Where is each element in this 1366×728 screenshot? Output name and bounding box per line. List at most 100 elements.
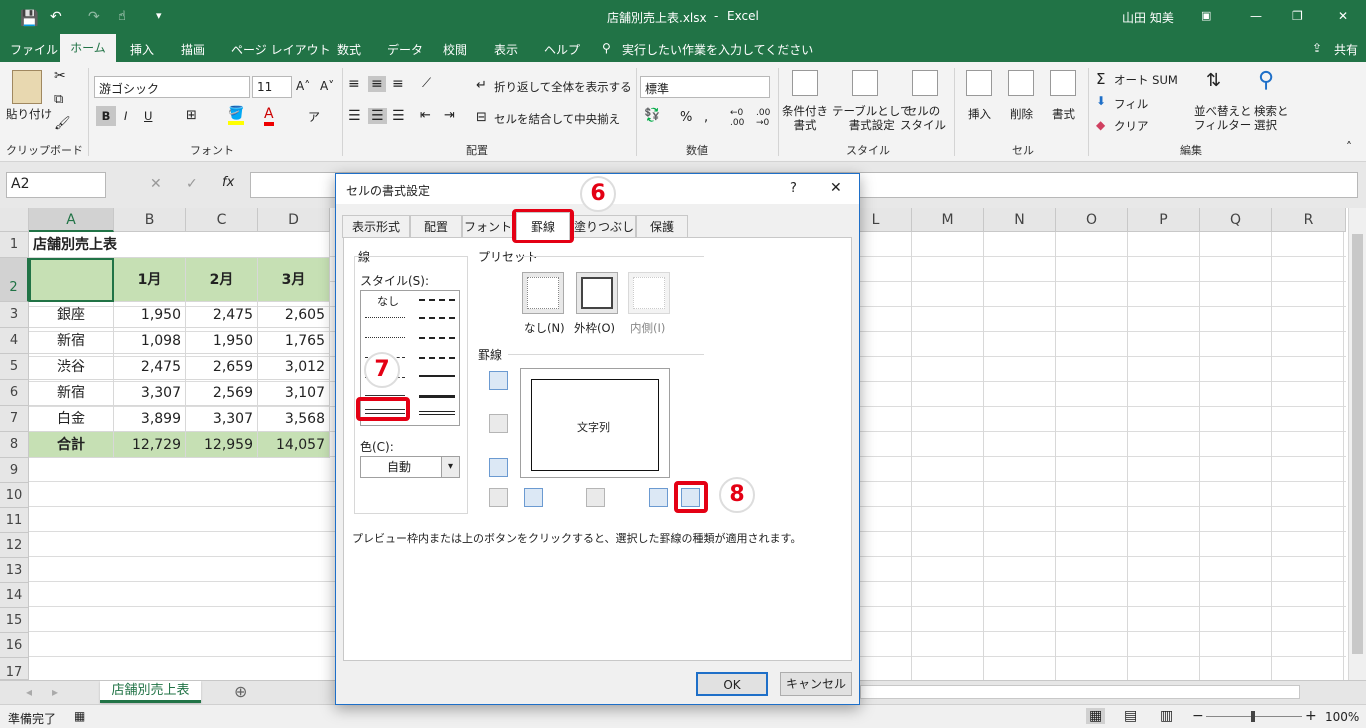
phonetic-icon[interactable]: ア <box>308 108 320 125</box>
collapse-ribbon-icon[interactable]: ˄ <box>1346 140 1352 154</box>
zoom-in-icon[interactable]: + <box>1305 708 1317 724</box>
vertical-scroll-thumb[interactable] <box>1352 234 1363 654</box>
value-cell[interactable]: 3,107 <box>258 380 330 406</box>
selected-cell-a2[interactable] <box>29 258 114 302</box>
border-right-button[interactable] <box>649 488 668 507</box>
paste-icon[interactable] <box>12 70 42 104</box>
row-header[interactable]: 11 <box>0 508 29 533</box>
preset-none-button[interactable] <box>522 272 564 314</box>
font-size-select[interactable]: 11 <box>252 76 292 98</box>
window-close-icon[interactable]: ✕ <box>1338 9 1348 23</box>
value-cell[interactable]: 2,569 <box>186 380 258 406</box>
align-center-icon[interactable]: ☰ <box>368 108 387 124</box>
align-right-icon[interactable]: ☰ <box>392 108 405 124</box>
shrink-font-icon[interactable]: A˅ <box>320 79 334 93</box>
border-left-button[interactable] <box>524 488 543 507</box>
row-header[interactable]: 5 <box>0 354 29 380</box>
row-header[interactable]: 15 <box>0 608 29 633</box>
value-cell[interactable]: 1,098 <box>114 328 186 354</box>
format-cells-button[interactable]: 書式 <box>1052 106 1075 122</box>
tab-home[interactable]: ホーム <box>60 34 116 62</box>
color-select[interactable]: 自動 ▾ <box>360 456 460 478</box>
value-cell[interactable]: 1,765 <box>258 328 330 354</box>
insert-cells-icon[interactable] <box>966 70 992 96</box>
tab-formulas[interactable]: 数式 <box>337 41 361 58</box>
page-layout-view-icon[interactable]: ▤ <box>1124 708 1137 724</box>
tab-fill[interactable]: 塗りつぶし <box>572 215 636 238</box>
line-style-med-dash-dot-dot[interactable] <box>419 299 455 301</box>
tab-draw[interactable]: 描画 <box>181 41 205 58</box>
comma-style-icon[interactable]: , <box>704 110 708 125</box>
cancel-entry-icon[interactable]: ✕ <box>150 176 162 192</box>
dialog-help-button[interactable]: ? <box>790 181 797 196</box>
horizontal-scrollbar[interactable] <box>860 685 1300 699</box>
font-color-icon[interactable]: A <box>264 106 274 126</box>
find-select-icon[interactable]: ⚲ <box>1258 68 1274 93</box>
border-middle-vertical-button[interactable] <box>586 488 605 507</box>
column-header-b[interactable]: B <box>114 208 186 232</box>
find-select-button[interactable]: 検索と 選択 <box>1254 104 1289 132</box>
clear-button[interactable]: クリア <box>1114 118 1149 134</box>
format-painter-icon[interactable]: 🖌 <box>54 116 71 131</box>
redo-icon[interactable]: ↷ <box>88 9 100 25</box>
name-box[interactable]: A2 <box>6 172 106 198</box>
value-cell[interactable]: 2,475 <box>186 302 258 328</box>
minimize-icon[interactable]: — <box>1250 9 1262 23</box>
ok-button[interactable]: OK <box>696 672 768 696</box>
row-header[interactable]: 14 <box>0 583 29 608</box>
line-style-thin[interactable] <box>365 395 405 396</box>
share-button[interactable]: 共有 <box>1334 41 1358 58</box>
border-bottom-button[interactable] <box>489 458 508 477</box>
orientation-icon[interactable]: ⟋ <box>422 76 431 91</box>
sheet-tab-active[interactable]: 店舗別売上表 <box>100 681 201 703</box>
sort-filter-icon[interactable]: ⇅ <box>1206 70 1221 91</box>
currency-icon[interactable]: 💱 <box>644 108 660 123</box>
border-preview[interactable]: 文字列 <box>520 368 670 478</box>
row-header[interactable]: 10 <box>0 483 29 508</box>
total-label-cell[interactable]: 合計 <box>29 432 114 458</box>
line-style-double-right[interactable] <box>419 411 455 415</box>
row-header[interactable]: 9 <box>0 458 29 483</box>
cell-styles-button[interactable]: セルの スタイル <box>900 104 946 132</box>
store-cell[interactable]: 白金 <box>29 406 114 432</box>
line-style-med-dashed[interactable] <box>419 357 455 359</box>
value-cell[interactable]: 3,307 <box>186 406 258 432</box>
tell-me-search[interactable]: 実行したい作業を入力してください <box>622 41 813 58</box>
tab-insert[interactable]: 挿入 <box>130 41 154 58</box>
fill-color-icon[interactable]: 🪣 <box>228 106 245 125</box>
value-cell[interactable]: 2,605 <box>258 302 330 328</box>
column-header-p[interactable]: P <box>1128 208 1200 232</box>
total-cell[interactable]: 12,959 <box>186 432 258 458</box>
line-style-dotted[interactable] <box>365 337 405 338</box>
tab-page-layout[interactable]: ページ レイアウト <box>231 41 331 58</box>
undo-icon[interactable]: ↶ <box>50 9 62 25</box>
row-header[interactable]: 13 <box>0 558 29 583</box>
tab-help[interactable]: ヘルプ <box>544 41 580 58</box>
select-all-corner[interactable] <box>0 208 29 232</box>
tab-font[interactable]: フォント <box>462 215 514 238</box>
align-left-icon[interactable]: ☰ <box>348 108 361 124</box>
column-header-c[interactable]: C <box>186 208 258 232</box>
total-cell[interactable]: 14,057 <box>258 432 330 458</box>
prev-sheet-icon[interactable]: ◂ <box>26 685 32 699</box>
header-cell[interactable]: 2月 <box>186 258 258 302</box>
column-header-n[interactable]: N <box>984 208 1056 232</box>
line-style-medium[interactable] <box>419 375 455 377</box>
tab-review[interactable]: 校閲 <box>443 41 467 58</box>
merge-center-button[interactable]: セルを結合して中央揃え <box>494 111 620 127</box>
increase-indent-icon[interactable]: ⇥ <box>444 108 455 123</box>
row-header[interactable]: 16 <box>0 633 29 658</box>
insert-function-icon[interactable]: fx <box>222 175 234 190</box>
total-cell[interactable]: 12,729 <box>114 432 186 458</box>
fill-button[interactable]: フィル <box>1114 96 1148 112</box>
format-as-table-icon[interactable] <box>852 70 878 96</box>
decrease-indent-icon[interactable]: ⇤ <box>420 108 431 123</box>
save-icon[interactable]: 💾 <box>20 9 39 27</box>
row-header[interactable]: 8 <box>0 432 29 458</box>
tab-protection[interactable]: 保護 <box>636 215 688 238</box>
color-dropdown-icon[interactable]: ▾ <box>441 457 459 477</box>
font-name-select[interactable]: 游ゴシック <box>94 76 250 98</box>
column-header-o[interactable]: O <box>1056 208 1128 232</box>
page-break-view-icon[interactable]: ▥ <box>1160 708 1173 724</box>
insert-cells-button[interactable]: 挿入 <box>968 106 991 122</box>
